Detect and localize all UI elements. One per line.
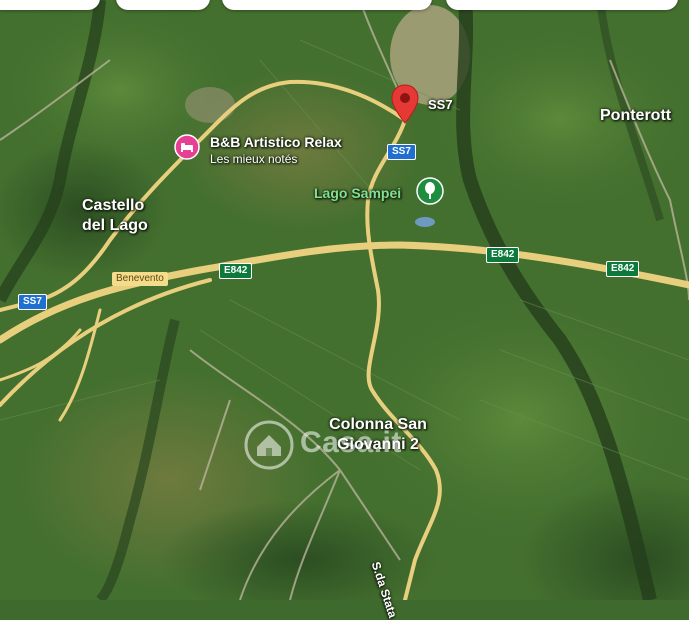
map-imagery xyxy=(0,0,689,600)
road-shield-e842-b: E842 xyxy=(486,247,520,263)
watermark: Casa.it xyxy=(244,420,444,470)
place-label-castello-line2: del Lago xyxy=(82,217,148,234)
map-pin-icon[interactable] xyxy=(391,84,419,124)
pin-label: SS7 xyxy=(428,97,453,112)
park-icon[interactable] xyxy=(416,177,444,205)
place-label-castello-line1: Castello xyxy=(82,197,145,214)
poi-hotel-name: B&B Artistico Relax xyxy=(210,134,342,150)
filter-chip-2[interactable] xyxy=(116,0,210,10)
watermark-text: Casa.it xyxy=(300,426,402,459)
filter-chip-1[interactable] xyxy=(0,0,100,10)
road-shield-e842-a: E842 xyxy=(219,263,253,279)
road-shield-ss7-top: SS7 xyxy=(387,144,416,160)
house-logo-icon xyxy=(244,420,294,470)
hotel-bed-icon xyxy=(174,134,200,160)
filter-chip-3[interactable] xyxy=(222,0,432,10)
place-label-castello[interactable]: Castello del Lago xyxy=(82,196,148,236)
satellite-map[interactable]: Castello del Lago Ponterott Colonna San … xyxy=(0,0,689,620)
road-shield-ss7-left: SS7 xyxy=(18,294,47,310)
road-shield-e842-c: E842 xyxy=(606,261,640,277)
lake-label[interactable]: Lago Sampei xyxy=(314,185,401,202)
filter-chip-4[interactable] xyxy=(446,0,678,10)
place-label-ponterotto[interactable]: Ponterott xyxy=(600,106,671,126)
poi-hotel-subtitle: Les mieux notés xyxy=(210,152,298,166)
destination-tag-benevento: Benevento xyxy=(112,272,168,286)
